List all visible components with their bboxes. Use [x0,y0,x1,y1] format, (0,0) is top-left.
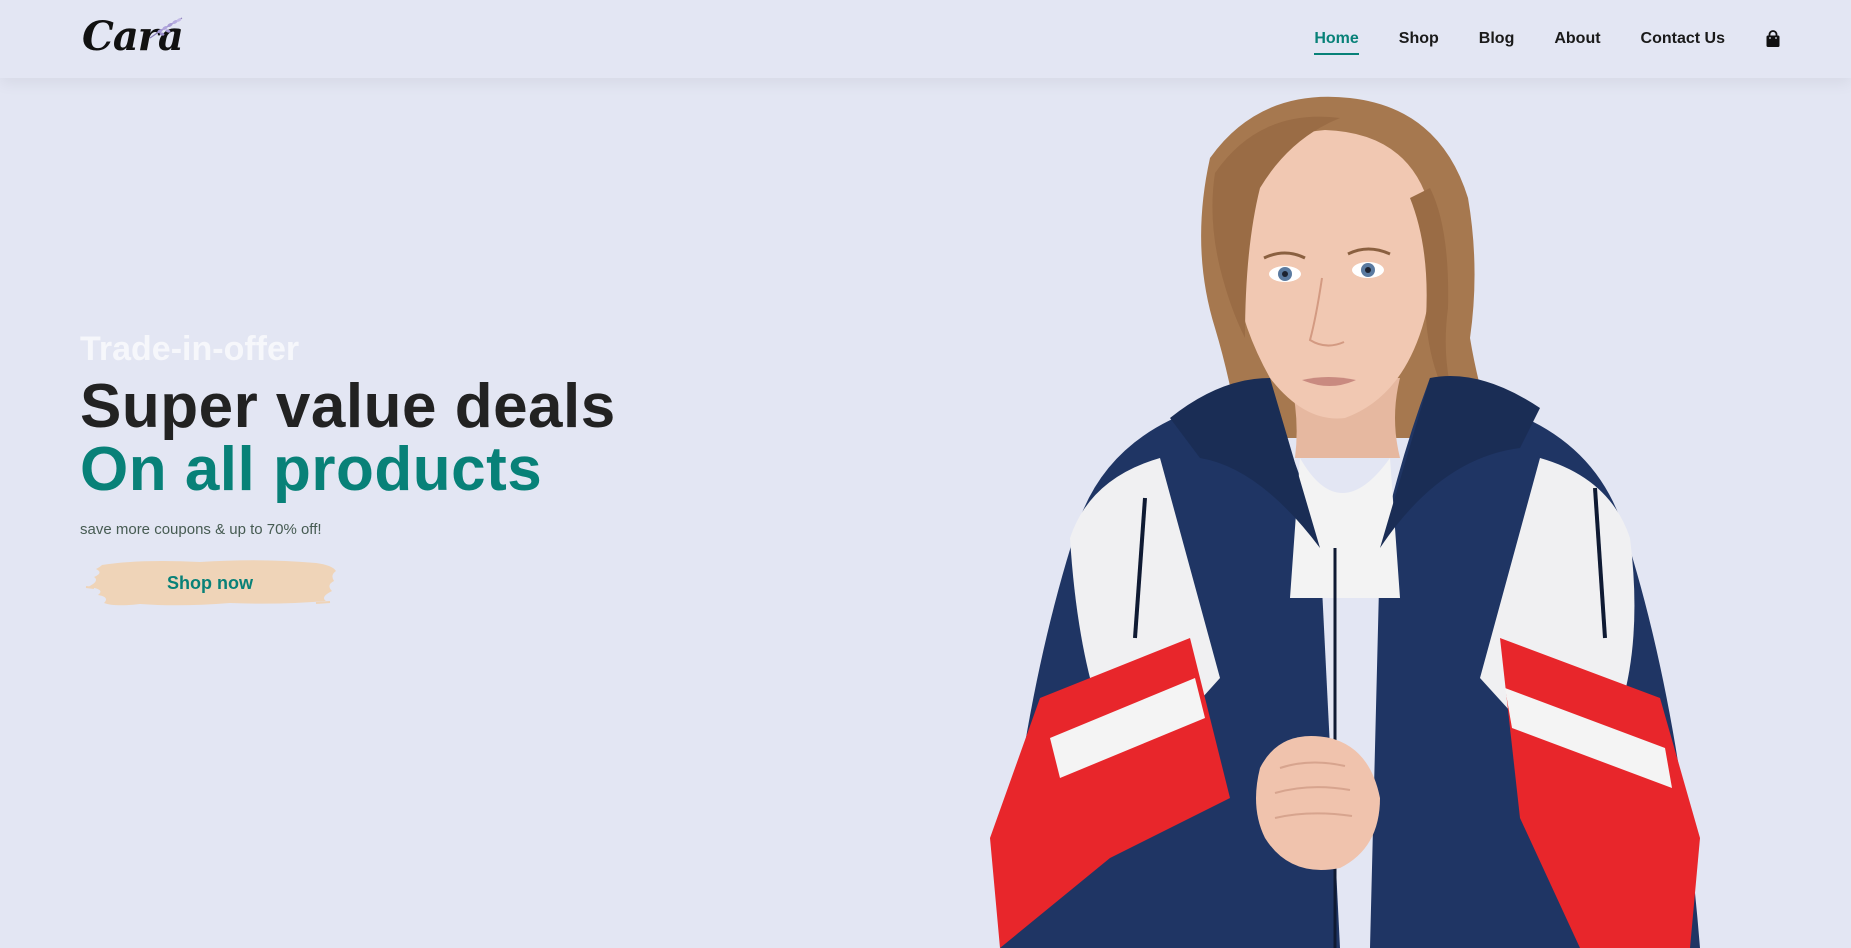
nav-about[interactable]: About [1554,29,1600,49]
shop-now-label: Shop now [167,573,253,593]
hero-title-accent: On all products [80,435,543,504]
nav-shop[interactable]: Shop [1399,29,1439,49]
site-header: Cara Home Shop Blog About Contact Us [0,0,1851,78]
shop-now-button[interactable]: Shop now [80,553,340,613]
lavender-sprig-icon [149,17,183,39]
nav-contact[interactable]: Contact Us [1641,29,1725,49]
hero-title: Super value deals [80,372,616,441]
nav-home[interactable]: Home [1314,29,1360,55]
hero-content: Trade-in-offer Super value deals On all … [80,326,780,540]
main-nav: Home Shop Blog About Contact Us [1274,0,1781,78]
brand-logo[interactable]: Cara [82,12,184,62]
shopping-bag-icon[interactable] [1765,30,1781,48]
hero-model-image [990,96,1700,948]
nav-blog[interactable]: Blog [1479,29,1515,49]
hero-subtitle: save more coupons & up to 70% off! [80,521,322,538]
hero-kicker: Trade-in-offer [80,330,300,368]
